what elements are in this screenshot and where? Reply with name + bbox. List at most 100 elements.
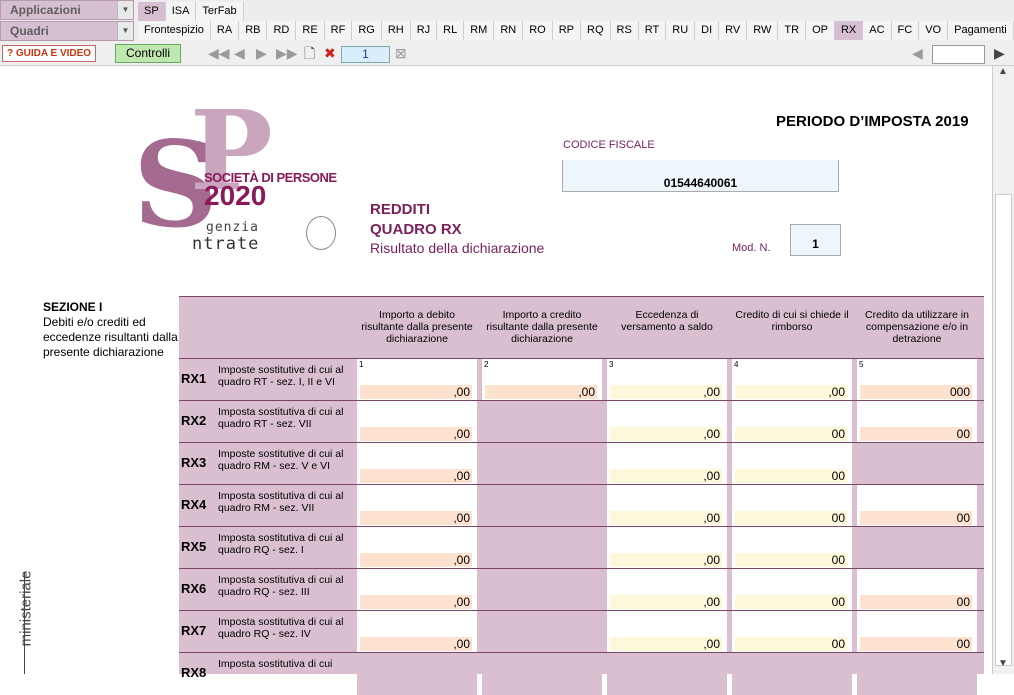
column-header: Credito di cui si chiede il rimborso: [735, 309, 849, 333]
close-page-icon[interactable]: ⊠: [395, 45, 407, 61]
amount-cell: 4,00: [732, 359, 852, 401]
tab-rw[interactable]: RW: [747, 21, 779, 40]
vertical-scrollbar[interactable]: ▲ ▼: [992, 66, 1014, 674]
tab-ra[interactable]: RA: [210, 21, 240, 40]
column-header: Importo a credito risultante dalla prese…: [486, 309, 598, 345]
amount-input[interactable]: 00: [735, 469, 847, 483]
empty-cell: [607, 653, 727, 695]
tab-rb[interactable]: RB: [239, 21, 268, 40]
next-page-icon[interactable]: ▶: [256, 45, 267, 61]
scroll-thumb[interactable]: [995, 194, 1012, 666]
mod-n-field[interactable]: 1: [790, 224, 841, 256]
amount-input[interactable]: 00: [735, 553, 847, 567]
tab-rv[interactable]: RV: [719, 21, 748, 40]
last-page-icon[interactable]: ▶▶: [276, 45, 298, 61]
tab-rj[interactable]: RJ: [410, 21, 438, 40]
amount-input[interactable]: ,00: [610, 637, 722, 651]
amount-input[interactable]: ,00: [360, 385, 472, 399]
amount-cell: ,00: [607, 569, 727, 611]
amount-input[interactable]: ,00: [610, 553, 722, 567]
search-box[interactable]: [932, 45, 985, 64]
tab-frontespizio[interactable]: Frontespizio: [138, 21, 211, 40]
amount-input[interactable]: ,00: [610, 385, 722, 399]
amount-input[interactable]: ,00: [735, 385, 847, 399]
amount-input[interactable]: 00: [860, 427, 972, 441]
amount-input[interactable]: ,00: [610, 427, 722, 441]
tab-tr[interactable]: TR: [778, 21, 807, 40]
tab-re[interactable]: RE: [296, 21, 325, 40]
amount-cell: 5 000: [857, 359, 977, 401]
table-row: RX7 Imposta sostitutiva di cui al quadro …: [179, 610, 984, 653]
applicazioni-label: Applicazioni: [10, 3, 81, 17]
new-page-icon[interactable]: 🗋: [304, 45, 315, 61]
amount-input[interactable]: 00: [860, 595, 972, 609]
empty-cell: [482, 443, 602, 485]
amount-input[interactable]: ,00: [360, 469, 472, 483]
tab-isa[interactable]: ISA: [165, 2, 197, 21]
tab-rh[interactable]: RH: [381, 21, 411, 40]
amount-input[interactable]: ,00: [610, 469, 722, 483]
amount-cell: ,00: [357, 443, 477, 485]
amount-input[interactable]: ,00: [360, 637, 472, 651]
tab-sp[interactable]: SP: [138, 2, 166, 21]
codice-fiscale-field[interactable]: 01544640061: [562, 160, 839, 192]
first-page-icon[interactable]: ◀◀: [208, 45, 230, 61]
amount-cell: ,00: [357, 611, 477, 653]
amount-input[interactable]: 00: [735, 427, 847, 441]
tab-rd[interactable]: RD: [267, 21, 297, 40]
sezione-heading: SEZIONE I Debiti e/o crediti ed eccedenz…: [43, 300, 183, 360]
amount-input[interactable]: ,00: [610, 511, 722, 525]
amount-input[interactable]: 00: [735, 595, 847, 609]
amount-input[interactable]: ,00: [485, 385, 597, 399]
amount-input[interactable]: 00: [735, 511, 847, 525]
tab-rf[interactable]: RF: [324, 21, 353, 40]
tab-vo[interactable]: VO: [919, 21, 949, 40]
scroll-right-icon[interactable]: ▶: [994, 45, 1005, 61]
tab-rp[interactable]: RP: [552, 21, 582, 40]
scroll-left-icon[interactable]: ◀: [912, 45, 923, 61]
tab-rx[interactable]: RX: [834, 21, 864, 40]
amount-cell: ,00: [357, 401, 477, 443]
amount-input[interactable]: ,00: [360, 553, 472, 567]
tab-ru[interactable]: RU: [666, 21, 696, 40]
tab-rs[interactable]: RS: [610, 21, 639, 40]
amount-input[interactable]: ,00: [360, 511, 472, 525]
amount-input[interactable]: ,00: [610, 595, 722, 609]
amount-input[interactable]: 00: [735, 637, 847, 651]
tab-op[interactable]: OP: [806, 21, 835, 40]
tab-ro[interactable]: RO: [523, 21, 553, 40]
scroll-up-icon[interactable]: ▲: [998, 66, 1008, 77]
amount-cell: 00: [857, 485, 977, 527]
page-number-field[interactable]: 1: [341, 46, 390, 63]
controlli-button[interactable]: Controlli: [115, 44, 181, 63]
tab-rn[interactable]: RN: [494, 21, 524, 40]
table-row: RX8 Imposta sostitutiva di cui: [179, 652, 984, 695]
tab-pagamenti[interactable]: Pagamenti: [948, 21, 1014, 40]
quadri-combo[interactable]: Quadri ▼: [0, 21, 134, 41]
scroll-down-icon[interactable]: ▼: [998, 658, 1008, 669]
applicazioni-combo[interactable]: Applicazioni ▼: [0, 0, 134, 20]
empty-cell: [857, 443, 977, 485]
guida-video-button[interactable]: ? GUIDA E VIDEO: [2, 45, 97, 62]
tab-rg[interactable]: RG: [352, 21, 382, 40]
delete-page-icon[interactable]: ✖: [324, 45, 336, 61]
tab-rq[interactable]: RQ: [581, 21, 611, 40]
amount-input[interactable]: ,00: [360, 595, 472, 609]
tab-rl[interactable]: RL: [437, 21, 465, 40]
column-number: 5: [859, 360, 864, 369]
tab-rm[interactable]: RM: [464, 21, 495, 40]
tab-fc[interactable]: FC: [891, 21, 920, 40]
amount-input[interactable]: ,00: [360, 427, 472, 441]
amount-input[interactable]: 00: [860, 637, 972, 651]
tab-rt[interactable]: RT: [638, 21, 667, 40]
amount-input[interactable]: 000: [860, 385, 972, 399]
prev-page-icon[interactable]: ◀: [234, 45, 245, 61]
chevron-down-icon[interactable]: ▼: [117, 1, 133, 19]
amount-input[interactable]: 00: [860, 511, 972, 525]
tab-terfab[interactable]: TerFab: [196, 2, 244, 21]
row-code: RX3: [181, 455, 207, 470]
chevron-down-icon[interactable]: ▼: [117, 22, 133, 40]
tab-di[interactable]: DI: [695, 21, 720, 40]
amount-cell: ,00: [607, 443, 727, 485]
tab-ac[interactable]: AC: [863, 21, 892, 40]
